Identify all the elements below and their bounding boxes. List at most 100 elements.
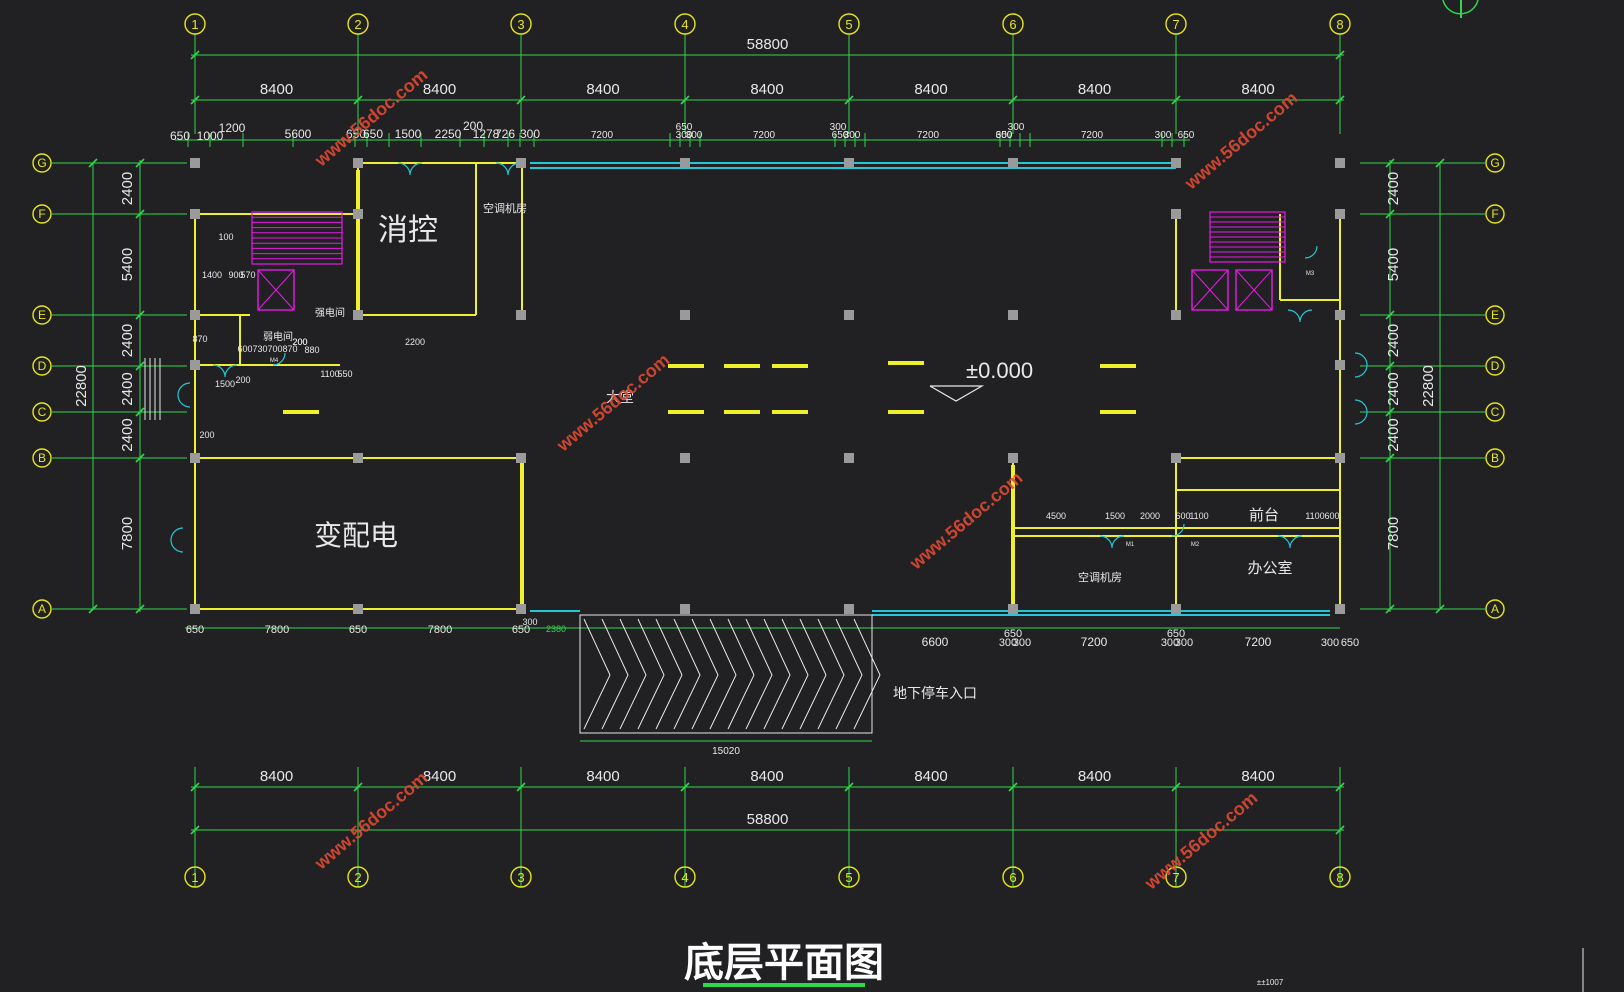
detail-dim-text: 7200 [917, 130, 940, 141]
column [1335, 360, 1345, 370]
dim-text: 8400 [1078, 768, 1111, 785]
detail-dim-text: 650 [170, 129, 190, 143]
dim-text: 58800 [747, 811, 789, 828]
door-tag: M3 [1306, 271, 1315, 277]
column [1171, 310, 1181, 320]
small-dim-text: 600 [1324, 511, 1339, 521]
axis-number: 3 [517, 17, 524, 32]
axis-number: 1 [191, 17, 198, 32]
column [353, 604, 363, 614]
detail-dim-text: 300 [1013, 637, 1031, 649]
axis-number: 7 [1172, 17, 1179, 32]
column [190, 209, 200, 219]
column [680, 158, 690, 168]
detail-dim-text: 300 [686, 130, 703, 141]
small-dim-text: 570 [240, 270, 255, 280]
column [1008, 453, 1018, 463]
dim-text: 8400 [586, 768, 619, 785]
axis-number: 1 [191, 870, 198, 885]
dim-text: 2400 [1385, 418, 1402, 451]
hall-marker [724, 410, 760, 414]
axis-letter: G [37, 156, 46, 170]
hall-marker [888, 410, 924, 414]
small-dim-text: 100 [218, 232, 233, 242]
column [190, 158, 200, 168]
watermark-text: www.56doc.com [905, 468, 1026, 574]
small-dim-text: 600 [1175, 511, 1190, 521]
hall-marker [888, 361, 924, 365]
door-swing [1277, 535, 1303, 549]
column [844, 310, 854, 320]
detail-dim-text: 2250 [435, 127, 462, 141]
axis-number: 6 [1009, 17, 1016, 32]
column [1335, 310, 1345, 320]
axis-letter: B [1491, 451, 1499, 465]
column [353, 158, 363, 168]
hall-marker [283, 410, 319, 414]
detail-dim-text: 300 [520, 127, 540, 141]
axis-letter: G [1490, 156, 1499, 170]
detail-dim-text: 300 [1321, 637, 1339, 649]
column [844, 604, 854, 614]
door-tag: M1 [1126, 542, 1135, 548]
level-triangle [929, 385, 985, 402]
axis-number: 2 [354, 870, 361, 885]
dim-text: 7800 [1385, 517, 1402, 550]
axis-letter: F [1491, 207, 1498, 221]
axis-number: 8 [1336, 17, 1343, 32]
room-strong-elec: 强电间 [315, 306, 345, 319]
small-dim-text: 200 [292, 337, 307, 347]
small-dim-text: 2200 [405, 337, 425, 347]
small-dim-text: 2000 [1140, 511, 1160, 521]
detail-dim-text: 726 [495, 127, 515, 141]
cad-drawing-canvas[interactable]: { "drawing": { "title": "底层平面图", "floor_… [0, 0, 1624, 992]
detail-dim-text: 2380 [546, 624, 566, 634]
dim-text: 5400 [1385, 248, 1402, 281]
door-swing [1099, 535, 1125, 549]
dim-text: 2400 [119, 172, 136, 205]
column [1335, 604, 1345, 614]
column [1335, 209, 1345, 219]
ramp-hatch [781, 618, 809, 730]
detail-dim-text: 300 [1155, 130, 1172, 141]
room-office: 办公室 [1247, 559, 1292, 577]
column [1335, 453, 1345, 463]
detail-dim-text: 1200 [219, 121, 246, 135]
hall-marker [772, 364, 808, 368]
detail-dim-text: 300 [522, 617, 537, 627]
detail-dim-text: 7200 [591, 130, 614, 141]
dim-text: 2400 [119, 372, 136, 405]
axis-letter: B [38, 451, 46, 465]
small-dim-text: 4500 [1046, 511, 1066, 521]
detail-dim-text: 7200 [1081, 130, 1104, 141]
column [190, 360, 200, 370]
ramp-hatch [583, 618, 611, 730]
ramp-hatch [655, 618, 683, 730]
room-transformer: 变配电 [314, 519, 398, 552]
room-ac-right: 空调机房 [1078, 570, 1122, 584]
ramp-hatch [817, 618, 845, 730]
parking-ramp [579, 614, 873, 734]
hall-marker [668, 364, 704, 368]
floor-level-text: ±0.000 [966, 358, 1033, 383]
dim-text: 8400 [1241, 81, 1274, 98]
dim-text: 8400 [914, 81, 947, 98]
dim-text: 8400 [586, 81, 619, 98]
footer-note: ±±1007 [1257, 978, 1284, 987]
hall-marker [724, 364, 760, 368]
column [1335, 158, 1345, 168]
detail-dim-text: 650 [1178, 130, 1195, 141]
column [1008, 158, 1018, 168]
door-swing [1304, 245, 1318, 259]
axis-letter: A [38, 602, 46, 616]
detail-dim-text: 7200 [1245, 635, 1272, 649]
column [1171, 158, 1181, 168]
door-swing [1171, 523, 1185, 537]
dim-text: 8400 [1078, 81, 1111, 98]
detail-dim-text: 300 [1008, 122, 1025, 133]
ramp-hatch [727, 618, 755, 730]
ramp-hatch [673, 618, 701, 730]
watermark-text: www.56doc.com [1140, 788, 1261, 894]
small-dim-text: 200 [235, 375, 250, 385]
small-dim-text: 730 [252, 344, 267, 354]
